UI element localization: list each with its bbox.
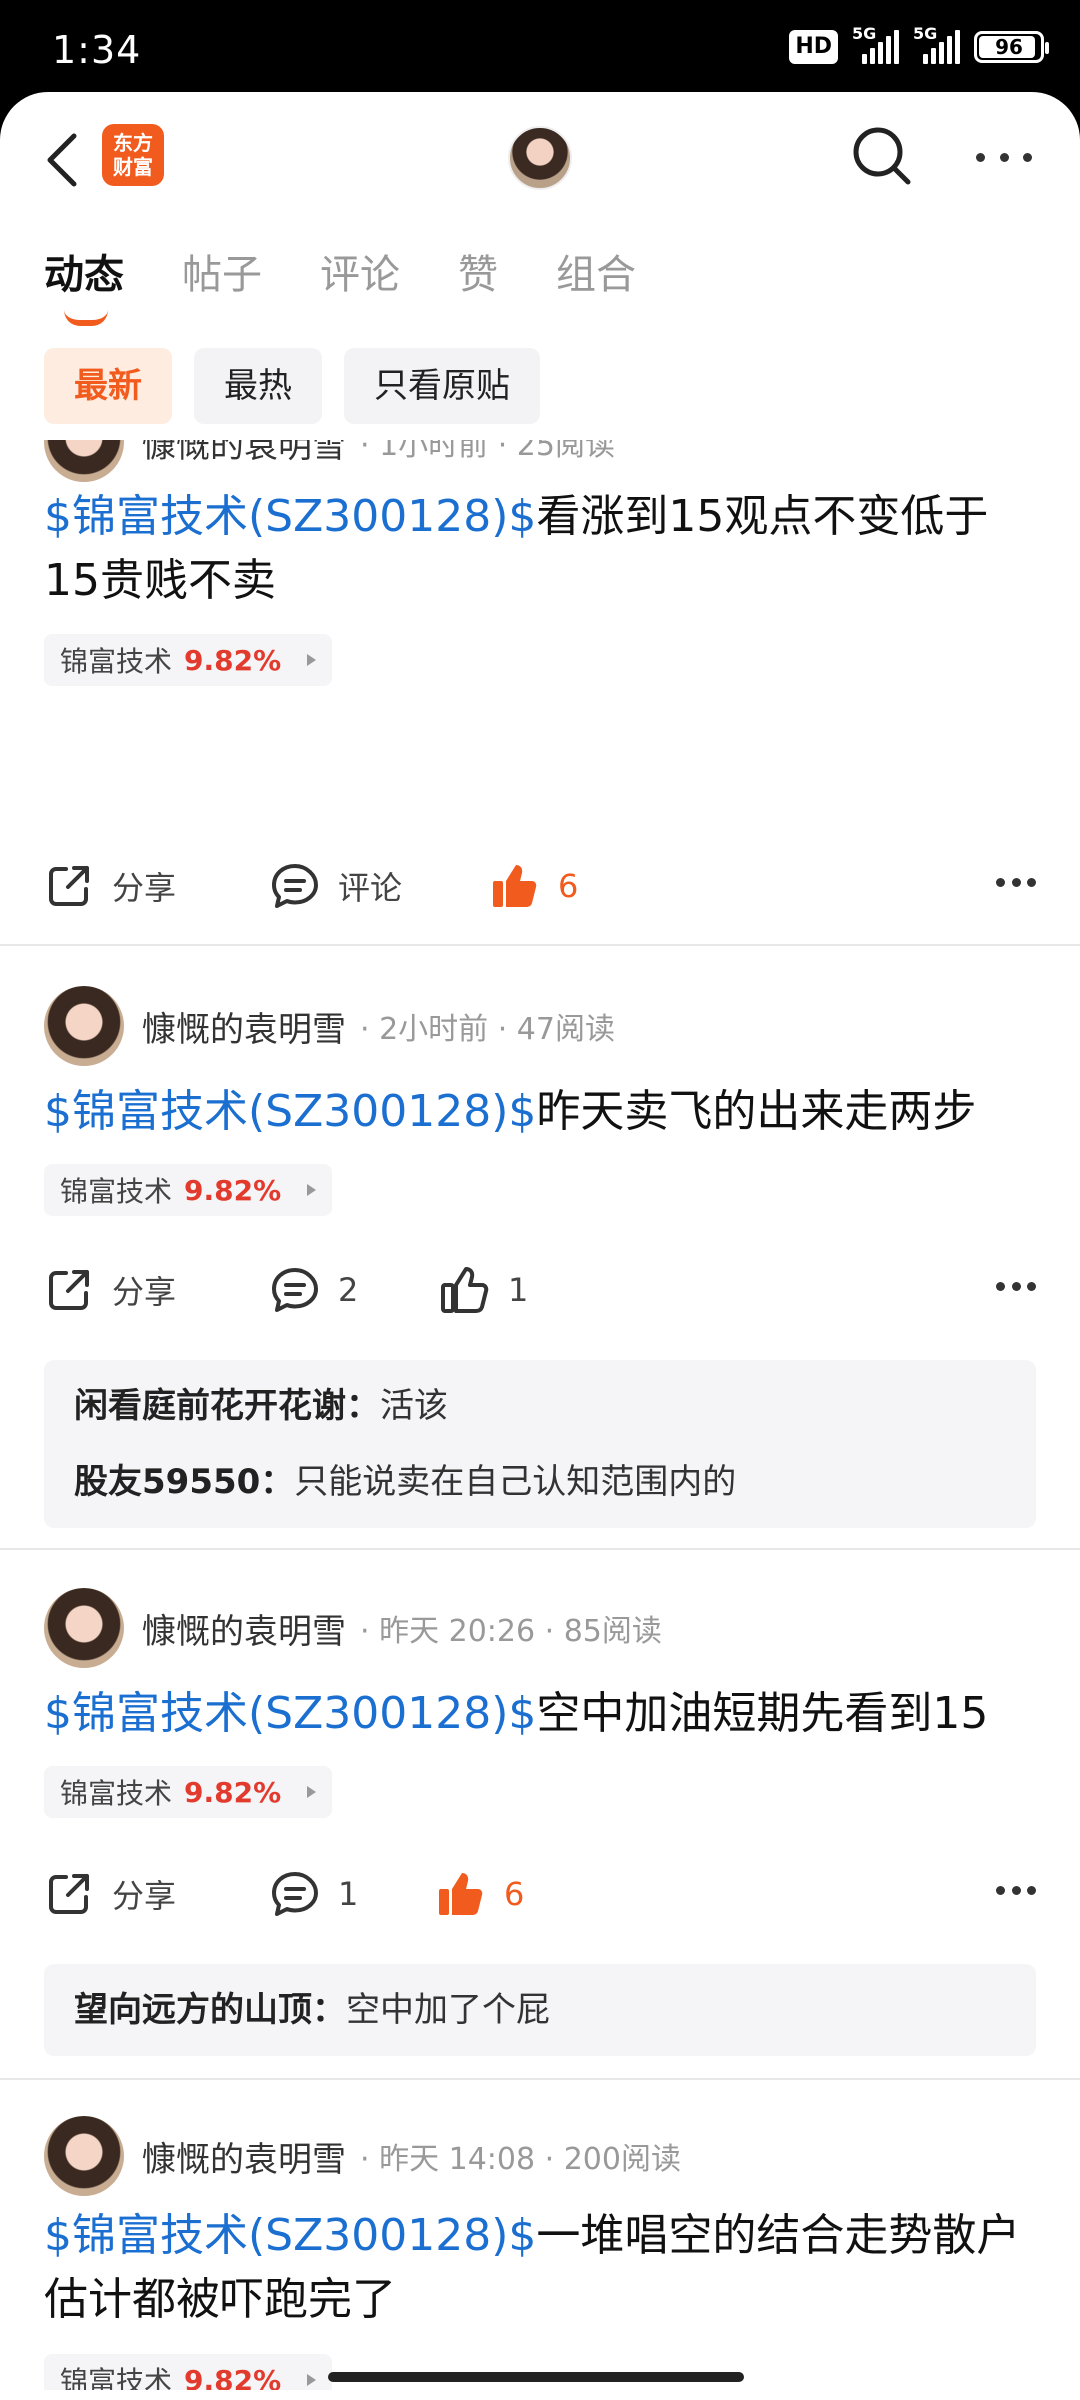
stock-chip[interactable]: 锦富技术 9.82% (44, 634, 333, 686)
comment-icon (272, 1872, 318, 1916)
home-indicator[interactable] (328, 2372, 744, 2382)
share-button[interactable]: 分享 (44, 1260, 176, 1320)
feed-post: 慷慨的袁明雪 · 昨天 20:26 · 85阅读 $锦富技术(SZ300128)… (0, 1550, 1080, 2078)
comment-button[interactable]: 1 (270, 1864, 358, 1924)
stock-tag-link[interactable]: $锦富技术(SZ300128)$ (44, 2210, 536, 2261)
avatar (44, 1588, 124, 1668)
share-button[interactable]: 分享 (44, 1864, 176, 1924)
post-more-icon[interactable] (996, 1282, 1036, 1291)
comment-item: 闲看庭前花开花谢：活该 (74, 1386, 448, 1426)
clock: 1:34 (52, 28, 142, 72)
share-icon (49, 1270, 89, 1310)
author-name: 慷慨的袁明雪 (142, 440, 346, 466)
stock-tag-link[interactable]: $锦富技术(SZ300128)$ (44, 1086, 536, 1137)
signal-icon: 5G (852, 24, 899, 64)
post-actions: 分享 2 1 (44, 1260, 1036, 1320)
signal-icon-2: 5G (913, 24, 960, 64)
status-bar: 1:34 HD 5G 5G 96 (0, 0, 1080, 100)
post-actions: 分享 1 6 (44, 1864, 1036, 1924)
comment-preview[interactable]: 望向远方的山顶：空中加了个屁 (44, 1964, 1036, 2056)
battery-icon: 96 (974, 31, 1049, 63)
play-arrow-icon (307, 1786, 317, 1798)
post-more-icon[interactable] (996, 878, 1036, 887)
share-icon (49, 1874, 89, 1914)
avatar (44, 440, 124, 482)
post-author[interactable]: 慷慨的袁明雪 · 1小时前 · 25阅读 (44, 440, 615, 482)
more-options-icon[interactable] (976, 142, 1032, 172)
app-screen: 东方 财富 动态 帖子 评论 赞 组合 最新 最热 只看原贴 慷慨的袁明雪 · … (0, 92, 1080, 2400)
tab-activity[interactable]: 动态 (44, 242, 124, 326)
post-author[interactable]: 慷慨的袁明雪 · 昨天 14:08 · 200阅读 (44, 2116, 681, 2196)
post-body[interactable]: $锦富技术(SZ300128)$看涨到15观点不变低于15贵贱不卖 (44, 485, 1034, 613)
feed-post: 慷慨的袁明雪 · 昨天 14:08 · 200阅读 $锦富技术(SZ300128… (0, 2080, 1080, 2390)
author-name: 慷慨的袁明雪 (142, 2139, 346, 2180)
post-time: · 昨天 14:08 · 200阅读 (360, 2142, 681, 2177)
comment-item: 股友59550：只能说卖在自己认知范围内的 (74, 1462, 737, 1502)
like-button[interactable]: 1 (440, 1260, 528, 1320)
thumbs-up-filled-icon (439, 1873, 483, 1915)
avatar (44, 986, 124, 1066)
user-avatar[interactable] (508, 126, 572, 190)
post-time: · 1小时前 · 25阅读 (360, 440, 615, 463)
activity-feed: 慷慨的袁明雪 · 1小时前 · 25阅读 $锦富技术(SZ300128)$看涨到… (0, 440, 1080, 2390)
app-logo[interactable]: 东方 财富 (102, 124, 164, 186)
stock-tag-link[interactable]: $锦富技术(SZ300128)$ (44, 1688, 536, 1739)
post-body[interactable]: $锦富技术(SZ300128)$一堆唱空的结合走势散户估计都被吓跑完了 (44, 2204, 1034, 2332)
comment-preview[interactable]: 闲看庭前花开花谢：活该 股友59550：只能说卖在自己认知范围内的 (44, 1360, 1036, 1528)
tab-likes[interactable]: 赞 (458, 242, 498, 300)
tab-portfolio[interactable]: 组合 (556, 242, 636, 300)
author-name: 慷慨的袁明雪 (142, 1009, 346, 1050)
stock-chip[interactable]: 锦富技术 9.82% (44, 1164, 333, 1216)
like-button[interactable]: 6 (436, 1864, 524, 1924)
post-time: · 昨天 20:26 · 85阅读 (360, 1614, 662, 1649)
play-arrow-icon (307, 2374, 317, 2386)
avatar (44, 2116, 124, 2196)
comment-button[interactable]: 评论 (270, 856, 402, 916)
comment-icon (272, 864, 318, 908)
play-arrow-icon (307, 654, 317, 666)
feed-post: 慷慨的袁明雪 · 2小时前 · 47阅读 $锦富技术(SZ300128)$昨天卖… (0, 946, 1080, 1548)
post-body[interactable]: $锦富技术(SZ300128)$昨天卖飞的出来走两步 (44, 1080, 1034, 1144)
post-time: · 2小时前 · 47阅读 (360, 1012, 615, 1047)
thumbs-up-filled-icon (493, 865, 537, 907)
hd-voice-icon: HD (789, 30, 838, 64)
filter-chips: 最新 最热 只看原贴 (44, 348, 540, 424)
stock-tag-link[interactable]: $锦富技术(SZ300128)$ (44, 491, 536, 542)
feed-post: 慷慨的袁明雪 · 1小时前 · 25阅读 $锦富技术(SZ300128)$看涨到… (0, 440, 1080, 950)
filter-original-only[interactable]: 只看原贴 (344, 348, 540, 424)
post-body[interactable]: $锦富技术(SZ300128)$空中加油短期先看到15 (44, 1682, 1034, 1746)
comment-button[interactable]: 2 (270, 1260, 358, 1320)
comment-item: 望向远方的山顶：空中加了个屁 (74, 1990, 550, 2030)
comment-icon (272, 1268, 318, 1312)
top-bar: 东方 财富 (0, 92, 1080, 222)
stock-chip[interactable]: 锦富技术 9.82% (44, 1766, 333, 1818)
filter-hot[interactable]: 最热 (194, 348, 322, 424)
back-icon[interactable] (40, 130, 84, 190)
thumbs-up-icon (441, 1267, 489, 1313)
search-icon[interactable] (850, 124, 914, 188)
post-more-icon[interactable] (996, 1886, 1036, 1895)
like-button[interactable]: 6 (490, 856, 578, 916)
post-author[interactable]: 慷慨的袁明雪 · 2小时前 · 47阅读 (44, 986, 615, 1066)
share-icon (49, 866, 89, 906)
author-name: 慷慨的袁明雪 (142, 1611, 346, 1652)
post-actions: 分享 评论 6 (44, 856, 1036, 916)
profile-tabs: 动态 帖子 评论 赞 组合 (44, 242, 636, 326)
share-button[interactable]: 分享 (44, 856, 176, 916)
filter-latest[interactable]: 最新 (44, 348, 172, 424)
post-author[interactable]: 慷慨的袁明雪 · 昨天 20:26 · 85阅读 (44, 1588, 662, 1668)
stock-chip[interactable]: 锦富技术 9.82% (44, 2354, 333, 2390)
play-arrow-icon (307, 1184, 317, 1196)
tab-posts[interactable]: 帖子 (182, 242, 262, 300)
tab-comments[interactable]: 评论 (320, 242, 400, 300)
